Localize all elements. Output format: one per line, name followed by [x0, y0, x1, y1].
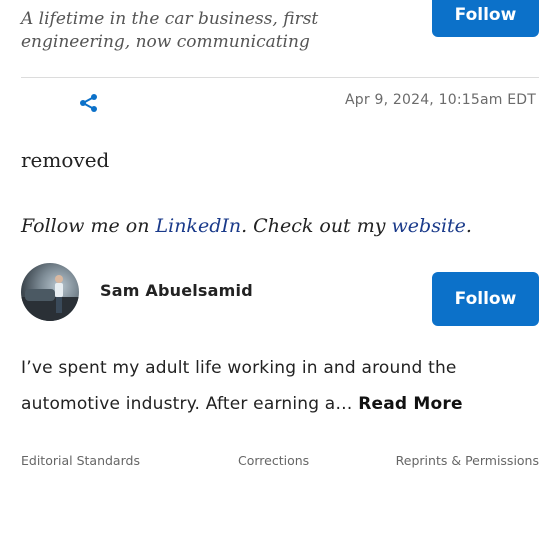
follow-button-top[interactable]: Follow	[432, 0, 539, 37]
author-bio: I’ve spent my adult life working in and …	[21, 350, 541, 422]
end-text: .	[465, 215, 472, 237]
share-icon[interactable]	[79, 93, 99, 113]
footer-link-corrections[interactable]: Corrections	[238, 453, 309, 468]
bio-line-1: I’ve spent my adult life working in and …	[21, 358, 457, 378]
follow-me-line: Follow me on LinkedIn. Check out my webs…	[21, 215, 472, 237]
footer-link-reprints[interactable]: Reprints & Permissions	[396, 453, 539, 468]
divider	[21, 77, 539, 78]
avatar[interactable]	[21, 263, 79, 321]
article-body-text: removed	[21, 148, 110, 172]
share-icon-graphic	[80, 94, 97, 112]
publish-timestamp: Apr 9, 2024, 10:15am EDT	[345, 92, 536, 108]
follow-button-author[interactable]: Follow	[432, 272, 539, 326]
bio-line-2-text: automotive industry. After earning a…	[21, 394, 359, 414]
footer-link-editorial-standards[interactable]: Editorial Standards	[21, 453, 140, 468]
author-tagline: A lifetime in the car business, first en…	[21, 9, 319, 52]
bio-line-2: automotive industry. After earning a… Re…	[21, 386, 541, 422]
website-link[interactable]: website	[392, 215, 466, 237]
read-more-link[interactable]: Read More	[358, 394, 463, 414]
linkedin-link[interactable]: LinkedIn	[156, 215, 242, 237]
follow-prefix-text: Follow me on	[21, 215, 156, 237]
avatar-photo	[21, 275, 79, 321]
mid-text: . Check out my	[241, 215, 392, 237]
author-name[interactable]: Sam Abuelsamid	[100, 281, 253, 300]
